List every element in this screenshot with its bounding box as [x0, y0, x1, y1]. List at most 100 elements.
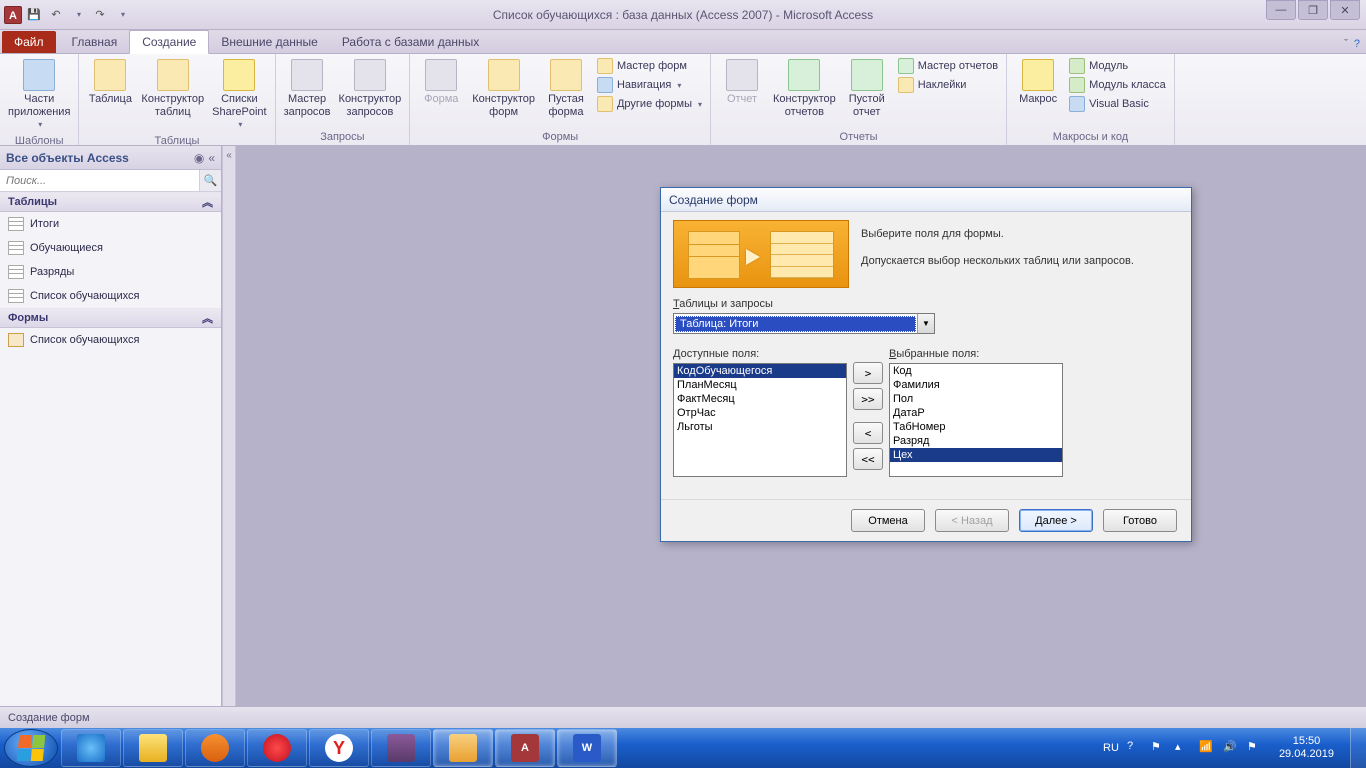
table-object-icon [8, 289, 24, 303]
nav-pane-header[interactable]: Все объекты Access ◉ « [0, 146, 221, 170]
labels-button[interactable]: Наклейки [896, 76, 1000, 94]
list-item[interactable]: Код [890, 364, 1062, 378]
nav-filter-icon[interactable]: ◉ [194, 151, 204, 165]
list-item[interactable]: ДатаР [890, 406, 1062, 420]
group-tables: Таблица Конструктор таблиц Списки ShareP… [79, 54, 275, 145]
table-design-button[interactable]: Конструктор таблиц [139, 57, 206, 120]
close-button[interactable]: ✕ [1330, 0, 1360, 20]
query-design-button[interactable]: Конструктор запросов [337, 57, 404, 120]
list-item-empty[interactable] [890, 462, 1062, 476]
list-item[interactable]: Льготы [674, 420, 846, 434]
tray-help-icon[interactable]: ? [1127, 740, 1143, 756]
taskbar-winrar-button[interactable] [371, 729, 431, 767]
tab-external-data[interactable]: Внешние данные [209, 31, 330, 53]
visual-basic-button[interactable]: Visual Basic [1067, 95, 1168, 113]
help-icon[interactable]: ? [1354, 38, 1360, 50]
module-button[interactable]: Модуль [1067, 57, 1168, 75]
qat-undo-dropdown[interactable] [68, 5, 88, 25]
next-button[interactable]: Далее > [1019, 509, 1093, 532]
list-item[interactable]: Разряд [890, 434, 1062, 448]
list-item[interactable]: Фамилия [890, 378, 1062, 392]
nav-category-forms[interactable]: Формы︽ [0, 308, 221, 328]
tables-queries-combo[interactable]: Таблица: Итоги ▼ [673, 313, 935, 334]
qat-undo-icon[interactable]: ↶ [46, 5, 66, 25]
report-design-button[interactable]: Конструктор отчетов [771, 57, 838, 120]
nav-search-input[interactable] [0, 170, 199, 191]
available-fields-list[interactable]: КодОбучающегося ПланМесяц ФактМесяц ОтрЧ… [673, 363, 847, 477]
nav-category-tables[interactable]: Таблицы︽ [0, 192, 221, 212]
ribbon-minimize-icon[interactable]: ˇ [1344, 38, 1348, 50]
report-wizard-button[interactable]: Мастер отчетов [896, 57, 1000, 75]
tray-chevron-up-icon[interactable]: ▴ [1175, 740, 1191, 756]
qat-redo-icon[interactable]: ↷ [90, 5, 110, 25]
search-icon[interactable]: 🔍 [199, 170, 221, 191]
class-module-button[interactable]: Модуль класса [1067, 76, 1168, 94]
form-design-button[interactable]: Конструктор форм [470, 57, 537, 120]
tray-language[interactable]: RU [1103, 742, 1119, 754]
taskbar-opera-button[interactable] [247, 729, 307, 767]
query-wizard-button[interactable]: Мастер запросов [282, 57, 333, 120]
add-field-button[interactable]: > [853, 362, 883, 384]
nav-form-item[interactable]: Список обучающихся [0, 328, 221, 352]
list-item[interactable]: Цех [890, 448, 1062, 462]
remove-all-fields-button[interactable]: << [853, 448, 883, 470]
group-label-macros: Макросы и код [1013, 129, 1168, 145]
add-all-fields-button[interactable]: >> [853, 388, 883, 410]
remove-field-button[interactable]: < [853, 422, 883, 444]
tab-file[interactable]: Файл [2, 31, 56, 53]
show-desktop-button[interactable] [1350, 728, 1366, 768]
table-button[interactable]: Таблица [85, 57, 135, 108]
macro-icon [1022, 59, 1054, 91]
blank-report-button[interactable]: Пустой отчет [842, 57, 892, 120]
tray-clock[interactable]: 15:5029.04.2019 [1271, 735, 1342, 761]
nav-table-item[interactable]: Разряды [0, 260, 221, 284]
sharepoint-lists-button[interactable]: Списки SharePoint [210, 57, 268, 133]
group-macros: Макрос Модуль Модуль класса Visual Basic… [1007, 54, 1175, 145]
tray-flag-icon[interactable]: ⚑ [1247, 740, 1263, 756]
taskbar-access-button[interactable]: A [495, 729, 555, 767]
tray-network-icon[interactable]: 📶 [1199, 740, 1215, 756]
report-button: Отчет [717, 57, 767, 108]
nav-table-item[interactable]: Обучающиеся [0, 236, 221, 260]
tray-action-center-icon[interactable]: ⚑ [1151, 740, 1167, 756]
tray-volume-icon[interactable]: 🔊 [1223, 740, 1239, 756]
combo-dropdown-button[interactable]: ▼ [917, 314, 934, 333]
yandex-icon: Y [325, 734, 353, 762]
nav-collapse-icon[interactable]: « [208, 151, 215, 165]
start-button[interactable] [4, 729, 58, 767]
application-parts-button[interactable]: Части приложения [6, 57, 72, 133]
list-item[interactable]: Пол [890, 392, 1062, 406]
taskbar-explorer-button[interactable] [123, 729, 183, 767]
finish-button[interactable]: Готово [1103, 509, 1177, 532]
list-item[interactable]: КодОбучающегося [674, 364, 846, 378]
selected-fields-list[interactable]: Код Фамилия Пол ДатаР ТабНомер Разряд Це… [889, 363, 1063, 477]
form-wizard-icon [597, 58, 613, 74]
minimize-button[interactable]: — [1266, 0, 1296, 20]
form-wizard-button[interactable]: Мастер форм [595, 57, 704, 75]
list-item[interactable]: ТабНомер [890, 420, 1062, 434]
navigation-button[interactable]: Навигация [595, 76, 704, 94]
qat-customize-dropdown[interactable] [112, 5, 132, 25]
nav-pane-toggle[interactable]: « [222, 146, 236, 706]
tab-home[interactable]: Главная [60, 31, 130, 53]
nav-pane-title: Все объекты Access [6, 151, 129, 165]
list-item[interactable]: ОтрЧас [674, 406, 846, 420]
list-item[interactable]: ФактМесяц [674, 392, 846, 406]
tab-database-tools[interactable]: Работа с базами данных [330, 31, 491, 53]
taskbar-yandex-button[interactable]: Y [309, 729, 369, 767]
nav-table-item[interactable]: Список обучающихся [0, 284, 221, 308]
taskbar-ie-button[interactable] [61, 729, 121, 767]
wizard-instructions: Выберите поля для формы. Допускается выб… [861, 220, 1179, 288]
taskbar-word-button[interactable]: W [557, 729, 617, 767]
restore-button[interactable]: ❐ [1298, 0, 1328, 20]
tab-create[interactable]: Создание [129, 30, 209, 54]
taskbar-mediaplayer-button[interactable] [185, 729, 245, 767]
list-item[interactable]: ПланМесяц [674, 378, 846, 392]
macro-button[interactable]: Макрос [1013, 57, 1063, 108]
other-forms-button[interactable]: Другие формы [595, 95, 704, 113]
taskbar-paint-button[interactable] [433, 729, 493, 767]
cancel-button[interactable]: Отмена [851, 509, 925, 532]
nav-table-item[interactable]: Итоги [0, 212, 221, 236]
qat-save-icon[interactable]: 💾 [24, 5, 44, 25]
blank-form-button[interactable]: Пустая форма [541, 57, 591, 120]
